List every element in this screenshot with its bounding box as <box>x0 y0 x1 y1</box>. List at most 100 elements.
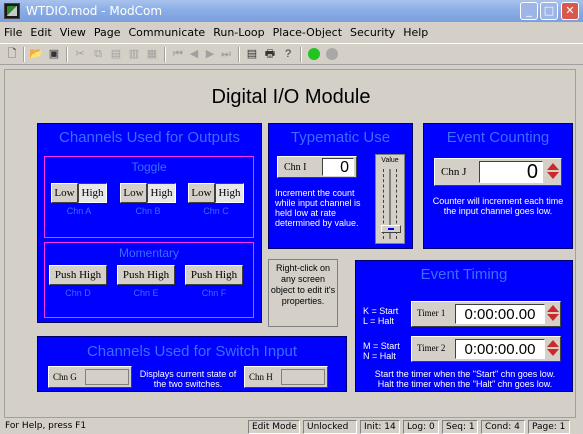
timing-panel[interactable]: Event Timing K = Start L = Halt Timer 1 … <box>355 260 573 392</box>
counting-panel[interactable]: Event Counting Chn J 0 Counter will incr… <box>423 123 573 249</box>
chn-j-label: Chn J <box>441 166 467 178</box>
copy-icon[interactable]: ⧉ <box>90 46 106 62</box>
next-page-icon[interactable]: ▶ <box>202 46 218 62</box>
chn-g-state <box>85 369 129 385</box>
chn-i-control[interactable]: Chn I 0 <box>277 156 357 178</box>
menu-place-object[interactable]: Place-Object <box>269 24 346 39</box>
chn-b-high-button[interactable]: High <box>147 183 176 203</box>
value-slider[interactable]: Value <box>375 154 405 244</box>
menu-page[interactable]: Page <box>90 24 125 39</box>
up-arrow-icon[interactable] <box>547 305 559 312</box>
timer-2-control[interactable]: Timer 2 0:00:00.00 <box>411 336 561 362</box>
chn-a-low-button[interactable]: Low <box>51 183 78 203</box>
chn-f-push-high-button[interactable]: Push High <box>185 265 243 285</box>
menu-security[interactable]: Security <box>346 24 399 39</box>
counting-description: Counter will increment each time the inp… <box>432 196 564 216</box>
outputs-title: Channels Used for Outputs <box>59 129 240 146</box>
menu-run-loop[interactable]: Run-Loop <box>209 24 268 39</box>
save-icon[interactable]: ▣ <box>46 46 62 62</box>
outputs-panel[interactable]: Channels Used for Outputs Toggle Low Hig… <box>37 123 262 323</box>
title-bar[interactable]: WTDIO.mod - ModCom _ □ ✕ <box>0 0 583 22</box>
status-help: For Help, press F1 <box>5 421 87 431</box>
timer-2-label: Timer 2 <box>417 343 446 353</box>
paste-link-icon[interactable]: ▦ <box>144 46 160 62</box>
timing-title: Event Timing <box>420 266 508 283</box>
open-folder-icon[interactable]: 📂 <box>28 46 44 62</box>
first-page-icon[interactable]: ⏮ <box>170 46 186 62</box>
menu-communicate[interactable]: Communicate <box>124 24 209 39</box>
down-arrow-icon[interactable] <box>547 349 559 356</box>
up-arrow-icon[interactable] <box>547 340 559 347</box>
chn-d-push-high-button[interactable]: Push High <box>49 265 107 285</box>
counting-spinner[interactable] <box>547 163 560 179</box>
chn-c-low-button[interactable]: Low <box>188 183 215 203</box>
chn-a-high-button[interactable]: High <box>78 183 107 203</box>
cut-icon[interactable]: ✂ <box>72 46 88 62</box>
timing-description: Start the timer when the "Start" chn goe… <box>374 369 556 389</box>
typematic-panel[interactable]: Typematic Use Chn I 0 Increment the coun… <box>268 123 413 249</box>
status-cond: Cond: 4 <box>481 420 525 434</box>
timer-1-keys: K = Start L = Halt <box>363 306 399 326</box>
minimize-button[interactable]: _ <box>520 2 538 20</box>
properties-icon[interactable]: ▤ <box>244 46 260 62</box>
menu-view[interactable]: View <box>56 24 90 39</box>
typematic-value-field[interactable]: 0 <box>322 158 354 176</box>
edit-properties-note: Right-click on any screen object to edit… <box>268 259 338 327</box>
chn-h-state <box>281 369 325 385</box>
switches-panel[interactable]: Channels Used for Switch Input Chn G Dis… <box>37 336 347 392</box>
chn-e-push-high-button[interactable]: Push High <box>117 265 175 285</box>
timer-2-value[interactable]: 0:00:00.00 <box>455 339 545 359</box>
module-canvas: Digital I/O Module Channels Used for Out… <box>4 69 576 418</box>
slider-label: Value <box>381 157 399 164</box>
run-icon[interactable] <box>306 46 322 62</box>
chn-c-label: Chn C <box>203 206 229 216</box>
maximize-button[interactable]: □ <box>540 2 558 20</box>
status-mode: Edit Mode <box>248 420 300 434</box>
menu-edit[interactable]: Edit <box>26 24 55 39</box>
menu-help[interactable]: Help <box>399 24 432 39</box>
slider-thumb[interactable] <box>381 224 401 233</box>
new-file-icon[interactable]: 🗋 <box>4 46 20 62</box>
status-bar: For Help, press F1 Edit Mode Unlocked In… <box>0 420 583 434</box>
menu-file[interactable]: File <box>0 24 26 39</box>
modcom-app-icon[interactable] <box>4 3 20 19</box>
timer-1-control[interactable]: Timer 1 0:00:00.00 <box>411 301 561 327</box>
help-icon[interactable]: ? <box>280 46 296 62</box>
down-arrow-icon[interactable] <box>547 172 559 179</box>
close-button[interactable]: ✕ <box>561 2 579 20</box>
chn-i-label: Chn I <box>284 162 307 173</box>
chn-b-label: Chn B <box>135 206 161 216</box>
status-page: Page: 1 <box>528 420 570 434</box>
print-icon[interactable]: 🖶 <box>262 46 278 62</box>
last-page-icon[interactable]: ⏭ <box>218 46 234 62</box>
chn-g-control[interactable]: Chn G <box>48 366 132 388</box>
paste-special-icon[interactable]: ▥ <box>126 46 142 62</box>
up-arrow-icon[interactable] <box>547 163 559 170</box>
down-arrow-icon[interactable] <box>547 314 559 321</box>
momentary-title: Momentary <box>118 246 180 260</box>
chn-e-label: Chn E <box>133 288 159 298</box>
momentary-group: Momentary Push High Chn D Push High Chn … <box>44 242 254 318</box>
window-title: WTDIO.mod - ModCom <box>26 4 163 18</box>
typematic-description: Increment the count while input channel … <box>275 188 361 228</box>
chn-a-label: Chn A <box>66 206 92 216</box>
previous-page-icon[interactable]: ◀ <box>186 46 202 62</box>
timer-1-label: Timer 1 <box>417 308 446 318</box>
typematic-title: Typematic Use <box>290 129 391 146</box>
chn-b-low-button[interactable]: Low <box>120 183 147 203</box>
counting-value-field[interactable]: 0 <box>479 161 543 183</box>
chn-g-label: Chn G <box>53 372 77 382</box>
toggle-group: Toggle Low High Chn A Low High Chn B Low… <box>44 156 254 238</box>
chn-j-control[interactable]: Chn J 0 <box>434 158 562 186</box>
chn-c-high-button[interactable]: High <box>215 183 244 203</box>
timer-1-spinner[interactable] <box>547 305 560 321</box>
chn-h-control[interactable]: Chn H <box>244 366 328 388</box>
menu-bar: File Edit View Page Communicate Run-Loop Place… <box>0 24 583 41</box>
toolbar: 🗋 📂 ▣ ✂ ⧉ ▤ ▥ ▦ ⏮ ◀ ▶ ⏭ ▤ 🖶 ? <box>0 43 583 65</box>
status-lock: Unlocked <box>303 420 357 434</box>
status-log: Log: 0 <box>403 420 439 434</box>
timer-1-value[interactable]: 0:00:00.00 <box>455 304 545 324</box>
paste-icon[interactable]: ▤ <box>108 46 124 62</box>
timer-2-spinner[interactable] <box>547 340 560 356</box>
stop-icon[interactable] <box>324 46 340 62</box>
